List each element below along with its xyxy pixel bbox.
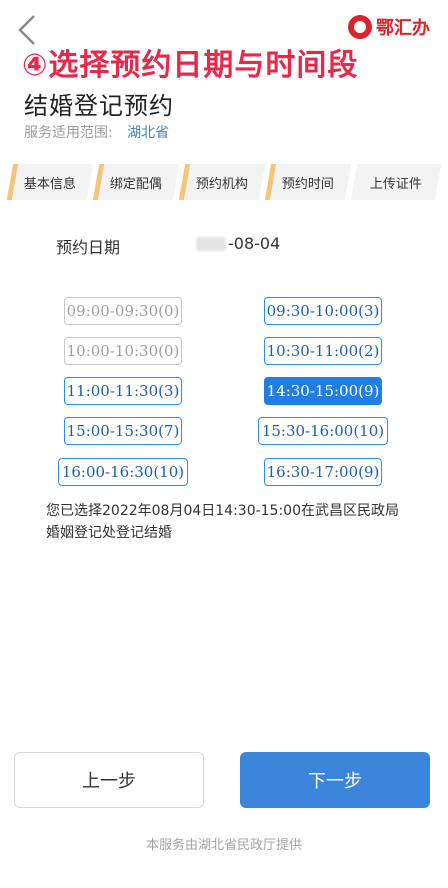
date-value: -08-04 <box>196 234 280 253</box>
time-slot-0900[interactable]: 09:00-09:30(0) <box>64 297 182 325</box>
page-title: 结婚登记预约 <box>24 92 174 120</box>
step-tab-institution[interactable]: 预约机构 <box>178 164 266 200</box>
step-tab-time[interactable]: 预约时间 <box>264 164 352 200</box>
time-slot-1430[interactable]: 14:30-15:00(9) <box>264 377 382 405</box>
ehuiban-logo-icon <box>348 15 372 39</box>
brand-name: 鄂汇办 <box>376 18 430 39</box>
step-banner: ④选择预约日期与时间段 <box>22 48 359 83</box>
time-slot-1000[interactable]: 10:00-10:30(0) <box>64 337 182 365</box>
step-tab-upload[interactable]: 上传证件 <box>350 164 442 200</box>
footer-provider: 本服务由湖北省民政厅提供 <box>145 838 302 853</box>
next-step-button[interactable]: 下一步 <box>240 752 430 808</box>
previous-step-button[interactable]: 上一步 <box>14 752 204 808</box>
time-slot-1600[interactable]: 16:00-16:30(10) <box>58 458 188 486</box>
time-slot-1030[interactable]: 10:30-11:00(2) <box>264 337 382 365</box>
time-slot-1630[interactable]: 16:30-17:00(9) <box>264 458 382 486</box>
brand-mark: 鄂汇办 <box>348 14 430 40</box>
date-value-text: -08-04 <box>228 234 281 253</box>
scope-value: 湖北省 <box>127 125 170 141</box>
time-slot-1530[interactable]: 15:30-16:00(10) <box>258 417 388 445</box>
date-label: 预约日期 <box>56 238 121 257</box>
time-slot-1100[interactable]: 11:00-11:30(3) <box>64 377 182 405</box>
step-tab-bind-spouse[interactable]: 绑定配偶 <box>92 164 180 200</box>
step-progress: 基本信息 绑定配偶 预约机构 预约时间 上传证件 <box>0 164 448 200</box>
time-slot-1500[interactable]: 15:00-15:30(7) <box>64 417 182 445</box>
time-slot-0930[interactable]: 09:30-10:00(3) <box>264 297 382 325</box>
scope-row: 服务适用范围: 湖北省 <box>24 122 169 142</box>
selection-summary: 您已选择2022年08月04日14:30-15:00在武昌区民政局婚姻登记处登记… <box>46 503 400 541</box>
step-tab-basic-info[interactable]: 基本信息 <box>6 164 94 200</box>
scope-label: 服务适用范围: <box>24 125 113 141</box>
date-year-redacted <box>196 236 226 251</box>
